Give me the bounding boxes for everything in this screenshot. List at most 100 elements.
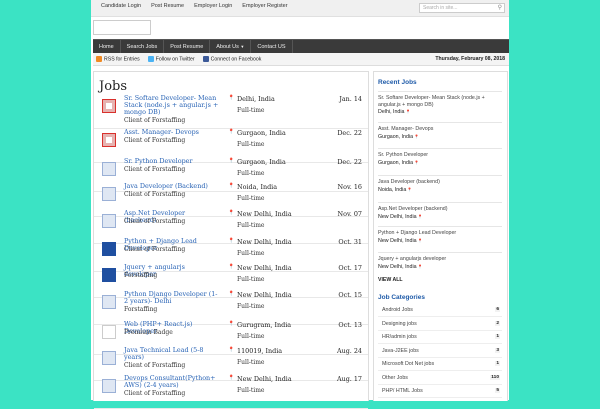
divider [378,148,502,149]
job-title-link[interactable]: Devops Consultant(Python+ AWS) (2-4 year… [124,375,219,389]
job-company: Client of Forstaffing [124,117,186,124]
company-logo [102,133,116,147]
post-resume-link[interactable]: Post Resume [146,3,189,9]
divider [378,202,502,203]
job-title-link[interactable]: Python Django Developer (1-2 years)- Del… [124,291,219,305]
recent-job-title[interactable]: Jquery + angularjs developer [378,256,502,263]
search-input[interactable]: Search in site... ⚲ [419,3,505,13]
job-type: Full-time [237,141,265,148]
nav-home[interactable]: Home [93,40,121,54]
category-name[interactable]: Designing jobs [382,321,417,327]
nav-about-us[interactable]: About Us ▼ [210,40,252,54]
company-logo [102,351,116,365]
category-name[interactable]: PHP/ HTML Jobs [382,388,423,394]
category-name[interactable]: Microsoft Dot Net jobs [382,361,434,367]
location-pin-icon: 📍 [228,183,235,189]
recent-job-item[interactable]: Sr. Python Developer Gurgaon, India 📍 [378,152,502,166]
recent-job-location-text: Gurgaon, India [378,133,414,140]
company-logo [102,325,116,339]
twitter-link[interactable]: Follow on Twitter [147,56,195,62]
location-pin-icon: 📍 [406,186,413,192]
category-item[interactable]: Android Jobs 6 [378,305,502,317]
nav-post-resume[interactable]: Post Resume [164,40,211,54]
category-item[interactable]: Designing jobs 2 [378,319,502,331]
category-item[interactable]: PHP/ HTML Jobs 5 [378,386,502,398]
recent-job-item[interactable]: Jquery + angularjs developer New Delhi, I… [378,256,502,270]
category-item[interactable]: Other Jobs 110 [378,373,502,385]
job-type: Full-time [237,303,265,310]
employer-register-link[interactable]: Employer Register [237,3,292,9]
job-date: Oct. 31 [338,238,362,246]
facebook-link[interactable]: Connect on Facebook [202,56,262,63]
view-all-link[interactable]: VIEW ALL [378,277,403,283]
job-title-link[interactable]: Sr. Softare Developer- Mean Stack (node.… [124,95,219,116]
job-company: Forstaffing [124,306,158,313]
recent-job-item[interactable]: Asst. Manager- Devops Gurgaon, India 📍 [378,126,502,140]
search-icon[interactable]: ⚲ [498,4,502,12]
rss-link[interactable]: RSS for Entries [96,56,140,62]
recent-job-location-text: Noida, India [378,186,407,193]
location-pin-icon: 📍 [413,133,420,139]
recent-job-item[interactable]: Asp.Net Developer (backend) New Delhi, In… [378,206,502,220]
job-company: Client of Forstaffing [124,362,186,369]
job-title-link[interactable]: Java Developer (Backend) [124,183,219,190]
job-location: New Delhi, India [237,210,292,218]
category-count: 1 [495,361,500,366]
top-bar: Candidate Login Post Resume Employer Log… [91,0,509,17]
job-type: Full-time [237,333,265,340]
recent-job-title[interactable]: Python + Django Lead Developer [378,230,502,237]
site-logo[interactable] [93,20,151,35]
recent-job-title[interactable]: Sr. Python Developer [378,152,502,159]
facebook-icon [202,56,209,62]
job-location: New Delhi, India [237,375,292,383]
recent-job-item[interactable]: Sr. Softare Developer- Mean Stack (node.… [378,95,502,116]
divider [378,91,502,92]
facebook-label: Connect on Facebook [210,56,262,63]
job-company: Forstaffing [124,272,158,279]
nav-search-jobs[interactable]: Search Jobs [121,40,165,54]
job-title-link[interactable]: Asst. Manager- Devops [124,129,219,136]
recent-job-title[interactable]: Sr. Softare Developer- Mean Stack (node.… [378,95,502,108]
job-categories-heading: Job Categories [378,294,425,301]
category-name[interactable]: Other Jobs [382,375,408,381]
job-title-link[interactable]: Sr. Python Developer [124,158,219,165]
recent-job-title[interactable]: Java Developer (backend) [378,179,502,186]
recent-job-location-text: New Delhi, India [378,237,417,244]
page-title: Jobs [99,79,128,94]
category-item[interactable]: Java-J2EE jobs 3 [378,346,502,358]
job-date: Nov. 07 [337,210,363,218]
job-row[interactable]: Sr. Softare Developer- Mean Stack (node.… [94,94,368,129]
main-nav: Home Search Jobs Post Resume About Us ▼ … [93,39,509,54]
category-item[interactable]: HR/admin jobs 1 [378,332,502,344]
job-date: Nov. 16 [337,183,363,191]
recent-job-item[interactable]: Java Developer (backend) Noida, India 📍 [378,179,502,193]
location-pin-icon: 📍 [228,375,235,381]
job-location: Noida, India [237,183,278,191]
recent-job-location-text: Gurgaon, India [378,159,414,166]
nav-contact-us[interactable]: Contact US [251,40,293,54]
recent-job-item[interactable]: Python + Django Lead Developer New Delhi,… [378,230,502,244]
job-type: Full-time [237,222,265,229]
job-title-link[interactable]: Java Technical Lead (5-8 years) [124,347,219,361]
location-pin-icon: 📍 [404,109,411,114]
rss-label: RSS for Entries [104,56,140,63]
category-name[interactable]: Java-J2EE jobs [382,348,419,354]
current-date: Thursday, February 08, 2018 [435,56,505,62]
recent-job-location: Gurgaon, India 📍 [378,134,502,141]
category-count: 110 [490,374,500,380]
recent-job-title[interactable]: Asst. Manager- Devops [378,126,502,133]
employer-login-link[interactable]: Employer Login [189,3,237,9]
category-count: 3 [495,347,500,353]
category-name[interactable]: Android Jobs [382,307,413,313]
category-item[interactable]: Microsoft Dot Net jobs 1 [378,359,502,371]
job-company: Client of Forstaffing [124,166,186,173]
category-name[interactable]: HR/admin jobs [382,334,417,340]
company-logo [102,162,116,176]
job-row[interactable]: Devops Consultant(Python+ AWS) (2-4 year… [94,374,368,409]
divider [378,122,502,123]
recent-job-location: Delhi, India 📍 [378,109,502,116]
recent-job-location-text: Delhi, India [378,109,405,115]
candidate-login-link[interactable]: Candidate Login [96,3,146,9]
company-logo [102,214,116,228]
recent-job-title[interactable]: Asp.Net Developer (backend) [378,206,502,213]
